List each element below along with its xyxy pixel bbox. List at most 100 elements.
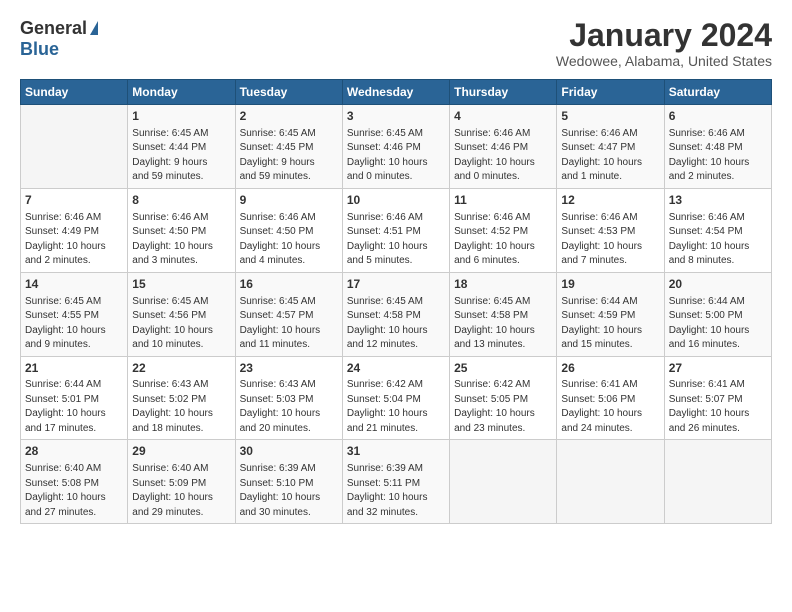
day-number: 5 xyxy=(561,108,659,125)
calendar-cell-w2-d5: 19 Sunrise: 6:44 AM Sunset: 4:59 PM Dayli… xyxy=(557,272,664,356)
weekday-header-saturday: Saturday xyxy=(664,80,771,105)
calendar-cell-w1-d1: 8 Sunrise: 6:46 AM Sunset: 4:50 PM Daylig… xyxy=(128,188,235,272)
day-number: 8 xyxy=(132,192,230,209)
day-info: Sunrise: 6:46 AM Sunset: 4:48 PM Dayligh… xyxy=(669,127,767,185)
day-number: 27 xyxy=(669,360,767,377)
day-info: Sunrise: 6:45 AM Sunset: 4:55 PM Dayligh… xyxy=(25,295,123,353)
day-info: Sunrise: 6:44 AM Sunset: 4:59 PM Dayligh… xyxy=(561,295,659,353)
day-number: 15 xyxy=(132,276,230,293)
day-number: 1 xyxy=(132,108,230,125)
logo: General Blue xyxy=(20,18,98,60)
day-number: 4 xyxy=(454,108,552,125)
day-number: 11 xyxy=(454,192,552,209)
page: General Blue January 2024 Wedowee, Alaba… xyxy=(0,0,792,612)
calendar-cell-w3-d3: 24Sunrise: 6:42 AM Sunset: 5:04 PM Dayli… xyxy=(342,356,449,440)
logo-blue-text: Blue xyxy=(20,39,59,60)
week-row-4: 28 Sunrise: 6:40 AM Sunset: 5:08 PM Dayli… xyxy=(21,440,772,524)
day-number: 20 xyxy=(669,276,767,293)
weekday-header-row: SundayMondayTuesdayWednesdayThursdayFrid… xyxy=(21,80,772,105)
calendar-header: SundayMondayTuesdayWednesdayThursdayFrid… xyxy=(21,80,772,105)
day-number: 29 xyxy=(132,443,230,460)
day-number: 12 xyxy=(561,192,659,209)
day-info: Sunrise: 6:39 AM Sunset: 5:11 PM Dayligh… xyxy=(347,462,445,520)
day-number: 30 xyxy=(240,443,338,460)
calendar-cell-w3-d6: 27Sunrise: 6:41 AM Sunset: 5:07 PM Dayli… xyxy=(664,356,771,440)
calendar-cell-w4-d2: 30 Sunrise: 6:39 AM Sunset: 5:10 PM Dayli… xyxy=(235,440,342,524)
day-info: Sunrise: 6:44 AM Sunset: 5:00 PM Dayligh… xyxy=(669,295,767,353)
calendar-cell-w3-d2: 23Sunrise: 6:43 AM Sunset: 5:03 PM Dayli… xyxy=(235,356,342,440)
weekday-header-friday: Friday xyxy=(557,80,664,105)
day-info: Sunrise: 6:46 AM Sunset: 4:53 PM Dayligh… xyxy=(561,211,659,269)
weekday-header-tuesday: Tuesday xyxy=(235,80,342,105)
day-number: 7 xyxy=(25,192,123,209)
day-info: Sunrise: 6:45 AM Sunset: 4:57 PM Dayligh… xyxy=(240,295,338,353)
calendar-cell-w1-d2: 9 Sunrise: 6:46 AM Sunset: 4:50 PM Daylig… xyxy=(235,188,342,272)
calendar-cell-w2-d3: 17Sunrise: 6:45 AM Sunset: 4:58 PM Dayli… xyxy=(342,272,449,356)
day-number: 28 xyxy=(25,443,123,460)
calendar-cell-w3-d4: 25Sunrise: 6:42 AM Sunset: 5:05 PM Dayli… xyxy=(450,356,557,440)
calendar-cell-w2-d6: 20 Sunrise: 6:44 AM Sunset: 5:00 PM Dayli… xyxy=(664,272,771,356)
week-row-0: 1Sunrise: 6:45 AM Sunset: 4:44 PM Daylig… xyxy=(21,105,772,189)
weekday-header-wednesday: Wednesday xyxy=(342,80,449,105)
day-info: Sunrise: 6:45 AM Sunset: 4:56 PM Dayligh… xyxy=(132,295,230,353)
day-info: Sunrise: 6:40 AM Sunset: 5:09 PM Dayligh… xyxy=(132,462,230,520)
header: General Blue January 2024 Wedowee, Alaba… xyxy=(20,18,772,69)
calendar-table: SundayMondayTuesdayWednesdayThursdayFrid… xyxy=(20,79,772,524)
week-row-1: 7 Sunrise: 6:46 AM Sunset: 4:49 PM Daylig… xyxy=(21,188,772,272)
day-number: 25 xyxy=(454,360,552,377)
calendar-cell-w1-d4: 11 Sunrise: 6:46 AM Sunset: 4:52 PM Dayli… xyxy=(450,188,557,272)
day-info: Sunrise: 6:44 AM Sunset: 5:01 PM Dayligh… xyxy=(25,378,123,436)
day-number: 31 xyxy=(347,443,445,460)
day-number: 18 xyxy=(454,276,552,293)
weekday-header-sunday: Sunday xyxy=(21,80,128,105)
calendar-cell-w1-d5: 12 Sunrise: 6:46 AM Sunset: 4:53 PM Dayli… xyxy=(557,188,664,272)
calendar-cell-w2-d4: 18 Sunrise: 6:45 AM Sunset: 4:58 PM Dayli… xyxy=(450,272,557,356)
calendar-cell-w2-d1: 15 Sunrise: 6:45 AM Sunset: 4:56 PM Dayli… xyxy=(128,272,235,356)
day-info: Sunrise: 6:43 AM Sunset: 5:02 PM Dayligh… xyxy=(132,378,230,436)
day-info: Sunrise: 6:46 AM Sunset: 4:50 PM Dayligh… xyxy=(240,211,338,269)
day-number: 3 xyxy=(347,108,445,125)
day-number: 19 xyxy=(561,276,659,293)
day-info: Sunrise: 6:46 AM Sunset: 4:51 PM Dayligh… xyxy=(347,211,445,269)
day-number: 21 xyxy=(25,360,123,377)
day-number: 22 xyxy=(132,360,230,377)
calendar-cell-w0-d1: 1Sunrise: 6:45 AM Sunset: 4:44 PM Daylig… xyxy=(128,105,235,189)
day-number: 2 xyxy=(240,108,338,125)
main-title: January 2024 xyxy=(556,18,772,53)
calendar-cell-w2-d2: 16 Sunrise: 6:45 AM Sunset: 4:57 PM Dayli… xyxy=(235,272,342,356)
calendar-cell-w4-d4 xyxy=(450,440,557,524)
logo-text: General xyxy=(20,18,98,39)
calendar-cell-w0-d6: 6 Sunrise: 6:46 AM Sunset: 4:48 PM Daylig… xyxy=(664,105,771,189)
calendar-cell-w0-d0 xyxy=(21,105,128,189)
calendar-cell-w1-d6: 13Sunrise: 6:46 AM Sunset: 4:54 PM Dayli… xyxy=(664,188,771,272)
day-info: Sunrise: 6:46 AM Sunset: 4:54 PM Dayligh… xyxy=(669,211,767,269)
week-row-2: 14Sunrise: 6:45 AM Sunset: 4:55 PM Dayli… xyxy=(21,272,772,356)
calendar-cell-w4-d3: 31 Sunrise: 6:39 AM Sunset: 5:11 PM Dayli… xyxy=(342,440,449,524)
calendar-cell-w4-d6 xyxy=(664,440,771,524)
logo-general-text: General xyxy=(20,18,87,39)
day-info: Sunrise: 6:46 AM Sunset: 4:47 PM Dayligh… xyxy=(561,127,659,185)
subtitle: Wedowee, Alabama, United States xyxy=(556,53,772,69)
calendar-body: 1Sunrise: 6:45 AM Sunset: 4:44 PM Daylig… xyxy=(21,105,772,524)
title-block: January 2024 Wedowee, Alabama, United St… xyxy=(556,18,772,69)
calendar-cell-w0-d2: 2Sunrise: 6:45 AM Sunset: 4:45 PM Daylig… xyxy=(235,105,342,189)
day-info: Sunrise: 6:40 AM Sunset: 5:08 PM Dayligh… xyxy=(25,462,123,520)
calendar-cell-w3-d5: 26Sunrise: 6:41 AM Sunset: 5:06 PM Dayli… xyxy=(557,356,664,440)
calendar-cell-w4-d1: 29 Sunrise: 6:40 AM Sunset: 5:09 PM Dayli… xyxy=(128,440,235,524)
day-number: 6 xyxy=(669,108,767,125)
day-number: 9 xyxy=(240,192,338,209)
day-number: 17 xyxy=(347,276,445,293)
day-info: Sunrise: 6:46 AM Sunset: 4:52 PM Dayligh… xyxy=(454,211,552,269)
calendar-cell-w0-d5: 5 Sunrise: 6:46 AM Sunset: 4:47 PM Daylig… xyxy=(557,105,664,189)
day-info: Sunrise: 6:39 AM Sunset: 5:10 PM Dayligh… xyxy=(240,462,338,520)
day-info: Sunrise: 6:46 AM Sunset: 4:49 PM Dayligh… xyxy=(25,211,123,269)
calendar-cell-w3-d1: 22Sunrise: 6:43 AM Sunset: 5:02 PM Dayli… xyxy=(128,356,235,440)
day-number: 16 xyxy=(240,276,338,293)
day-info: Sunrise: 6:45 AM Sunset: 4:58 PM Dayligh… xyxy=(454,295,552,353)
calendar-cell-w2-d0: 14Sunrise: 6:45 AM Sunset: 4:55 PM Dayli… xyxy=(21,272,128,356)
week-row-3: 21Sunrise: 6:44 AM Sunset: 5:01 PM Dayli… xyxy=(21,356,772,440)
day-info: Sunrise: 6:42 AM Sunset: 5:04 PM Dayligh… xyxy=(347,378,445,436)
day-info: Sunrise: 6:43 AM Sunset: 5:03 PM Dayligh… xyxy=(240,378,338,436)
calendar-cell-w0-d3: 3Sunrise: 6:45 AM Sunset: 4:46 PM Daylig… xyxy=(342,105,449,189)
day-info: Sunrise: 6:46 AM Sunset: 4:50 PM Dayligh… xyxy=(132,211,230,269)
